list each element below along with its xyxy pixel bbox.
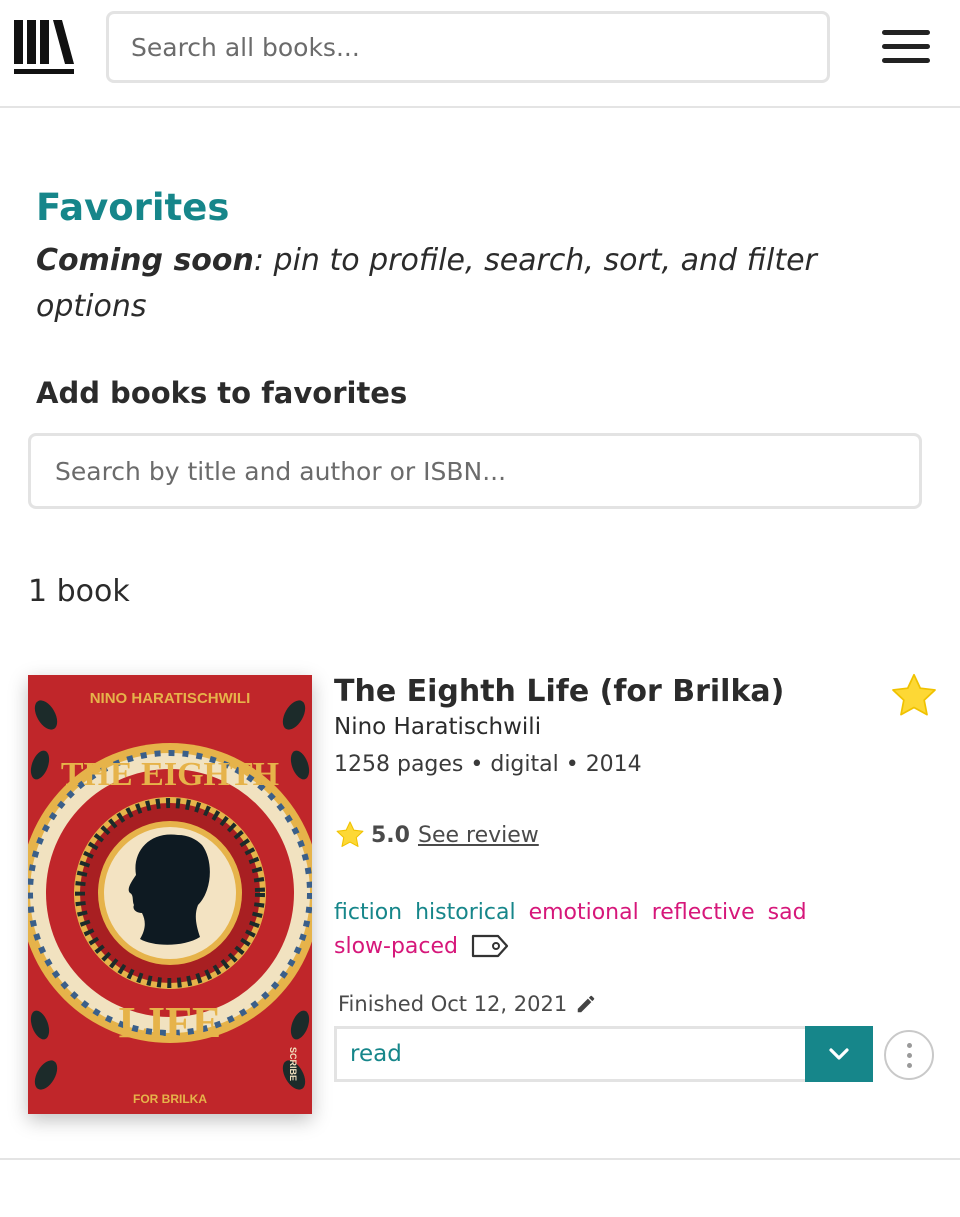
coming-soon-note: Coming soon: pin to profile, search, sor…: [36, 238, 876, 330]
pencil-edit-icon[interactable]: [575, 993, 597, 1015]
cover-title-top: THE EIGHTH: [61, 756, 279, 793]
cover-publisher: SCRIBE: [288, 1047, 298, 1081]
storygraph-logo-icon[interactable]: [12, 18, 76, 76]
book-tags: fiction historical emotional reflective …: [334, 896, 854, 964]
add-favorites-heading: Add books to favorites: [36, 376, 408, 410]
divider: [0, 1158, 960, 1160]
tag-slow-paced[interactable]: slow-paced: [334, 934, 458, 959]
rating-row: 5.0 See review: [334, 818, 539, 852]
reading-status-value: read: [350, 1041, 402, 1067]
page-title: Favorites: [36, 186, 230, 229]
hamburger-menu-icon[interactable]: [880, 26, 932, 68]
tag-emotional[interactable]: emotional: [529, 900, 639, 925]
book-title-link[interactable]: The Eighth Life (for Brilka): [334, 674, 784, 709]
book-meta: 1258 pages • digital • 2014: [334, 752, 642, 777]
coming-soon-label: Coming soon: [36, 243, 254, 278]
cover-author-text: NINO HARATISCHWILI: [90, 690, 251, 707]
favorites-search-box[interactable]: [28, 433, 922, 509]
cover-title-bottom: LIFE: [119, 998, 222, 1047]
finished-date-text: Finished Oct 12, 2021: [338, 992, 568, 1016]
more-dot-icon: [906, 1042, 912, 1048]
global-search-box[interactable]: [106, 11, 830, 83]
status-dropdown-button[interactable]: [805, 1026, 873, 1082]
rating-value: 5.0: [371, 822, 410, 848]
favorite-star-icon[interactable]: [888, 670, 940, 722]
book-author-link[interactable]: Nino Haratischwili: [334, 714, 541, 740]
more-dot-icon: [906, 1062, 912, 1068]
favorites-search-input[interactable]: [31, 436, 919, 506]
chevron-down-icon: [829, 1048, 849, 1060]
book-cover-image[interactable]: NINO HARATISCHWILI THE EIGHTH LIFE FOR B…: [28, 675, 312, 1114]
more-options-button[interactable]: [884, 1030, 934, 1080]
top-navbar: [0, 0, 960, 108]
see-review-link[interactable]: See review: [418, 823, 539, 848]
reading-status-select[interactable]: read: [334, 1026, 873, 1082]
tag-historical[interactable]: historical: [415, 900, 515, 925]
tag-fiction[interactable]: fiction: [334, 900, 402, 925]
tag-reflective[interactable]: reflective: [652, 900, 755, 925]
more-dot-icon: [906, 1052, 912, 1058]
tag-sad[interactable]: sad: [768, 900, 807, 925]
finished-date: Finished Oct 12, 2021: [338, 992, 597, 1016]
book-count: 1 book: [28, 574, 130, 609]
rating-star-icon: [336, 821, 364, 847]
global-search-input[interactable]: [109, 14, 827, 80]
cover-subtitle: FOR BRILKA: [133, 1092, 207, 1106]
tag-edit-icon[interactable]: [470, 933, 510, 959]
